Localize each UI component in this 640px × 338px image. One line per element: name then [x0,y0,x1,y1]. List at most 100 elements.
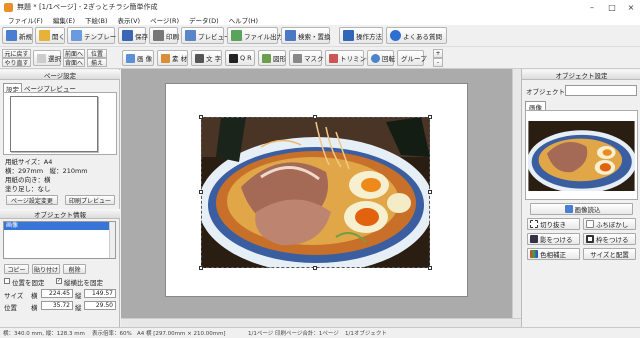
text-button[interactable]: 文 字 [191,50,222,66]
pointer-icon [37,53,46,63]
trim-button[interactable]: トリミング [325,50,373,66]
rotate-button[interactable]: 回転 [367,50,395,66]
page-settings-change-button[interactable]: ページ設定変更 [6,195,58,205]
image-icon [126,53,135,63]
list-item[interactable]: 画像 [4,222,115,230]
edit-toolbar: 元に戻す やり直す 選択 前面へ 背面へ 位置 揃え 画 像 素 材 文 字 Q… [0,47,640,69]
mask-button[interactable]: マスク [289,50,324,66]
menu-view[interactable]: 表示(V) [113,15,146,25]
lock-ratio-checkbox[interactable]: ✓ [56,278,62,284]
page-settings-header: ページ設定 [0,70,120,80]
zoom-out-icon[interactable]: - [433,58,443,67]
send-back-button[interactable]: 背面へ [63,58,85,67]
crop-button[interactable]: 切り抜き [527,218,580,230]
menu-page[interactable]: ページ(R) [145,15,184,25]
image-thumbnail [528,121,635,191]
undo-button[interactable]: 元に戻す [2,49,31,58]
blur-edge-button[interactable]: ふちぼかし [583,218,636,230]
open-button[interactable]: 開く [35,27,65,44]
size-height-label: 縦 [75,292,82,300]
save-icon [122,30,133,41]
size-label: サイズ [4,292,24,300]
new-file-icon [6,30,17,41]
resize-handle-ml[interactable] [199,190,203,194]
zoom-in-icon[interactable]: + [433,49,443,58]
frame-button[interactable]: 枠をつける [583,233,636,245]
redo-button[interactable]: やり直す [2,58,31,67]
export-button[interactable]: ファイル出力 [227,27,283,44]
template-button[interactable]: テンプレート [67,27,123,44]
main-toolbar: 新規 開く テンプレート 保存 印刷 プレビュー ファイル出力 検索・置換 操作… [0,25,640,47]
crop-icon [530,220,538,228]
resize-handle-tm[interactable] [313,115,317,119]
position-x-label: 横 [31,304,38,312]
print-preview-button[interactable]: 印刷プレビュー [65,195,115,205]
menu-background[interactable]: 下絵(B) [80,15,113,25]
preview-button[interactable]: プレビュー [181,27,231,44]
page-thumbnail [10,96,98,152]
x-field[interactable]: 35.72 [41,301,73,310]
faq-button[interactable]: よくある質問 [386,27,447,44]
select-button[interactable]: 選択 [33,50,61,66]
load-image-button[interactable]: 画像読込 [530,203,633,215]
list-scrollbar[interactable] [109,222,115,258]
save-button[interactable]: 保存 [118,27,148,44]
search-replace-button[interactable]: 検索・置換 [281,27,331,44]
material-button[interactable]: 素 材 [157,50,188,66]
selection-outline [201,117,430,268]
align-button-2[interactable]: 揃え [87,58,107,67]
paste-button[interactable]: 貼り付け [32,264,60,274]
group-button[interactable]: グループ [397,50,427,66]
print-button[interactable]: 印刷 [149,27,179,44]
lock-position-label: 位置を固定 [12,279,45,287]
menu-edit[interactable]: 編集(E) [48,15,80,25]
blur-icon [586,220,594,228]
image-button[interactable]: 画 像 [122,50,154,66]
position-y-label: 縦 [75,304,82,312]
resize-handle-tl[interactable] [199,115,203,119]
width-field[interactable]: 224.45 [41,289,73,298]
resize-handle-bl[interactable] [199,266,203,270]
menu-file[interactable]: ファイル(F) [3,15,48,25]
y-field[interactable]: 29.50 [84,301,116,310]
object-info-header: オブジェクト情報 [0,209,120,219]
resize-handle-tr[interactable] [428,115,432,119]
bring-front-button[interactable]: 前面へ [63,49,85,58]
shape-button[interactable]: 図形 [258,50,286,66]
help-book-icon [343,30,354,41]
status-bar: 横：340.0 mm, 縦：128.3 mm 表示倍率：60% A4 横 [29… [0,327,640,338]
resize-handle-bm[interactable] [313,266,317,270]
height-field[interactable]: 149.57 [84,289,116,298]
trim-icon [329,53,338,63]
object-name-input[interactable] [565,85,637,96]
qr-button[interactable]: Q R [225,50,255,66]
maximize-icon[interactable]: □ [602,0,622,14]
resize-handle-mr[interactable] [428,190,432,194]
right-panel: オブジェクト設定 オブジェクト名 画像 画像読込 切り抜き ふちぼかし 影をつけ… [521,69,640,327]
lock-ratio-label: 縦横比を固定 [64,279,103,287]
resize-handle-br[interactable] [428,266,432,270]
close-icon[interactable]: × [621,0,640,14]
menu-data[interactable]: データ(D) [184,15,224,25]
howto-button[interactable]: 操作方法 [339,27,383,44]
app-icon [4,2,13,12]
position-label: 位置 [4,304,17,312]
color-correction-button[interactable]: 色相補正 [527,248,580,260]
bleed-label: 塗り足し：なし [5,185,51,193]
search-icon [285,30,296,41]
shadow-button[interactable]: 影をつける [527,233,580,245]
window-title: 無題 * [1/1ページ] - 2ぎっとチラシ簡単作成 [17,3,158,11]
shape-icon [262,53,271,63]
vertical-scrollbar[interactable] [512,69,521,318]
lock-position-checkbox[interactable] [4,278,10,284]
delete-button[interactable]: 削除 [63,264,86,274]
align-button[interactable]: 位置 [87,49,107,58]
new-button[interactable]: 新規 [2,27,33,44]
material-icon [161,53,170,63]
copy-button[interactable]: コピー [4,264,29,274]
menu-help[interactable]: ヘルプ(H) [224,15,263,25]
object-list[interactable]: 画像 [3,221,116,259]
horizontal-scrollbar[interactable] [121,318,521,327]
minimize-icon[interactable]: – [582,0,602,14]
size-placement-button[interactable]: サイズと配置 [583,248,636,260]
